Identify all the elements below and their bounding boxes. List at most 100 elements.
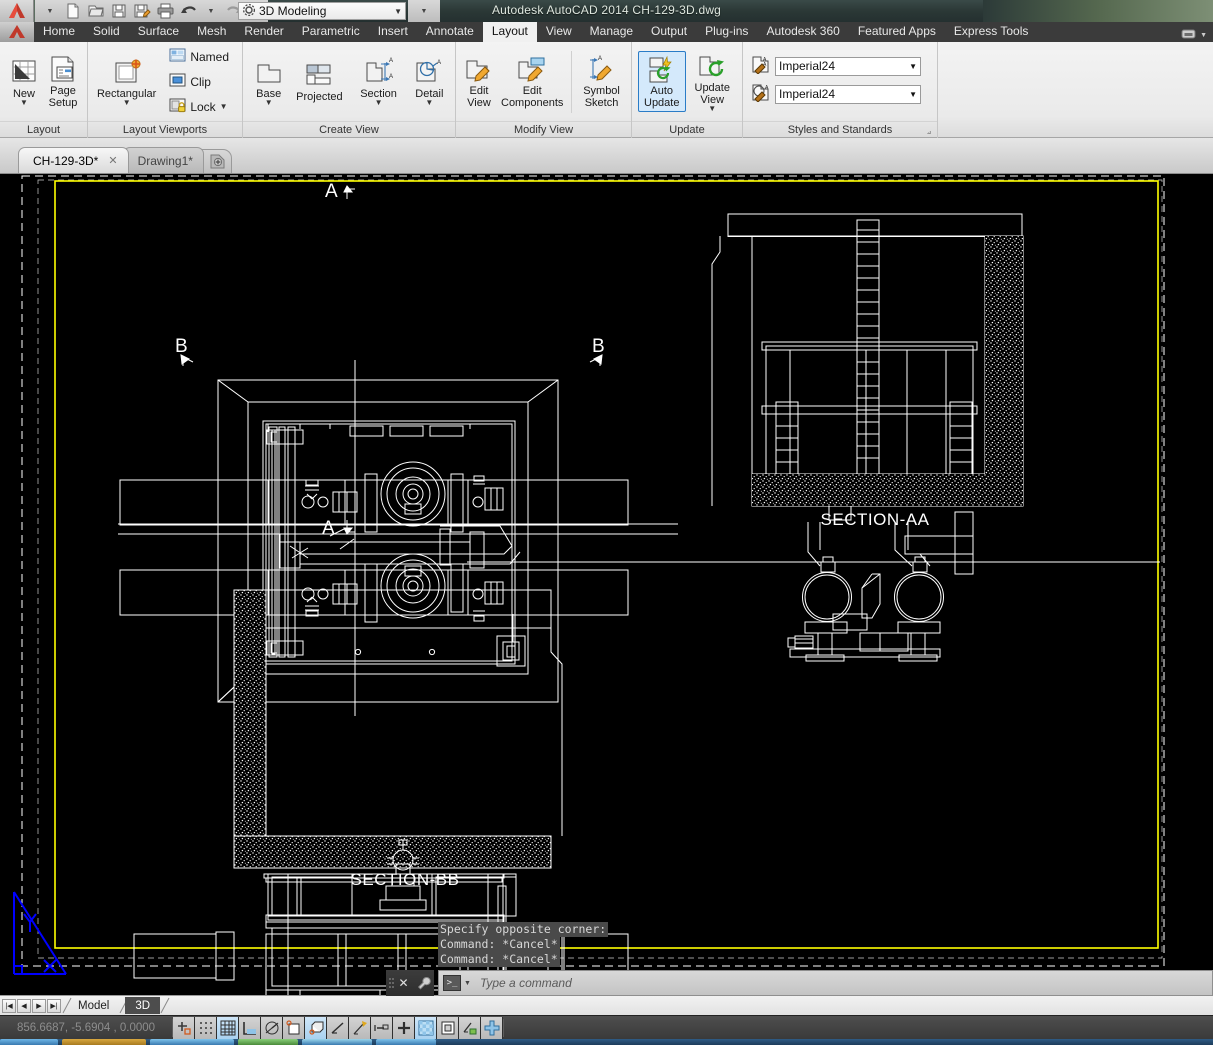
tab-plugins[interactable]: Plug-ins [696,22,757,42]
object-snap-toggle[interactable] [283,1016,305,1039]
workspace-switch-toggle[interactable] [481,1016,503,1039]
section-caret[interactable]: ▼ [375,99,383,107]
lineweight-toggle[interactable] [393,1016,415,1039]
tab-output[interactable]: Output [642,22,696,42]
update-view-button[interactable]: Update View ▼ [689,48,737,115]
section-view-style-icon[interactable]: A A [751,55,771,77]
symbol-sketch-label: Symbol Sketch [583,85,620,109]
taskbar-item[interactable] [0,1039,58,1045]
file-tab-drawing1[interactable]: Drawing1* [122,147,204,173]
update-view-caret[interactable]: ▼ [708,105,716,113]
grid-display-toggle[interactable] [217,1016,239,1039]
tab-solid[interactable]: Solid [84,22,129,42]
tab-featured-apps[interactable]: Featured Apps [849,22,945,42]
new-layout-caret[interactable]: ▼ [20,99,28,107]
projected-label: Projected [296,91,343,103]
ribbon-minimize-icon[interactable] [1181,28,1196,42]
taskbar-item[interactable] [62,1039,146,1045]
ribbon-minimize-caret[interactable]: ▼ [1200,32,1207,39]
taskbar-item[interactable] [302,1039,372,1045]
tab-annotate[interactable]: Annotate [417,22,483,42]
detail-style-chevron-down-icon[interactable]: ▼ [909,90,917,99]
projected-view-button[interactable]: Projected [291,57,347,106]
new-file-tab-button[interactable] [201,149,232,173]
tab-parametric[interactable]: Parametric [293,22,369,42]
file-tab-ch-129-3d[interactable]: CH-129-3D* ✕ [18,147,129,173]
layout-tab-model[interactable]: Model [68,997,119,1014]
section-style-chevron-down-icon[interactable]: ▼ [909,62,917,71]
last-layout-button[interactable]: ▶| [47,998,61,1013]
rectangular-viewport-button[interactable]: Rectangular ▼ [94,54,159,109]
tab-layout[interactable]: Layout [482,22,537,42]
tab-render[interactable]: Render [235,22,292,42]
edit-components-icon [517,54,547,84]
transparency-toggle[interactable] [415,1016,437,1039]
edit-view-button[interactable]: Edit View [462,51,496,112]
base-view-button[interactable]: Base ▼ [249,54,288,109]
command-input[interactable]: Type a command [480,976,572,990]
tab-home[interactable]: Home [34,22,84,42]
auto-update-button[interactable]: Auto Update [638,51,686,112]
next-layout-button[interactable]: ▶ [32,998,46,1013]
annotation-monitor-toggle[interactable] [459,1016,481,1039]
symbol-sketch-button[interactable]: A A Symbol Sketch [578,51,625,112]
3d-object-snap-toggle[interactable] [305,1016,327,1039]
selection-cycling-toggle[interactable] [437,1016,459,1039]
lock-icon [169,97,186,116]
polar-tracking-toggle[interactable] [261,1016,283,1039]
taskbar-item[interactable] [376,1039,436,1045]
layout-tab-3d[interactable]: 3D [125,997,161,1014]
tab-surface[interactable]: Surface [129,22,188,42]
detail-style-combo[interactable]: Imperial24 ▼ [775,84,921,104]
panel-styles-title-text: Styles and Standards [787,124,893,136]
first-layout-button[interactable]: |◀ [2,998,16,1013]
named-viewports-button[interactable]: Named [164,45,234,68]
section-marker-b-right: B [592,336,605,357]
panel-layout-viewports: Rectangular ▼ Named Clip Lock ▼ Layout V… [88,42,243,138]
rectangular-caret[interactable]: ▼ [123,99,131,107]
object-snap-tracking-toggle[interactable] [327,1016,349,1039]
infer-constraints-toggle[interactable] [173,1016,195,1039]
detail-view-style-icon[interactable]: A [751,83,771,105]
layout-tab-skew [160,997,170,1014]
section-view-button[interactable]: A A Section ▼ [351,54,407,109]
new-layout-button[interactable]: New ▼ [6,54,42,109]
snap-mode-toggle[interactable] [195,1016,217,1039]
page-setup-label: Page Setup [48,85,78,109]
detail-caret[interactable]: ▼ [425,99,433,107]
tab-autodesk-360[interactable]: Autodesk 360 [757,22,848,42]
taskbar-item[interactable] [150,1039,234,1045]
lock-caret[interactable]: ▼ [220,102,228,110]
command-prompt-icon: >_ [443,975,461,991]
taskbar-item[interactable] [238,1039,298,1045]
prev-layout-button[interactable]: ◀ [17,998,31,1013]
tab-mesh[interactable]: Mesh [188,22,235,42]
command-prompt-caret[interactable]: ▼ [464,980,471,987]
clip-viewport-button[interactable]: Clip [164,70,234,93]
update-view-label: Update View [694,82,730,106]
page-setup-button[interactable]: Page Setup [45,51,81,112]
detail-style-value: Imperial24 [779,87,836,101]
dynamic-input-toggle[interactable] [371,1016,393,1039]
tab-manage[interactable]: Manage [581,22,642,42]
detail-view-button[interactable]: A Detail ▼ [410,54,449,109]
ribbon-tab-bar: Home Solid Surface Mesh Render Parametri… [0,22,1213,42]
ortho-mode-toggle[interactable] [239,1016,261,1039]
panel-styles-and-standards: A A Imperial24 ▼ A Imperial24 ▼ Styles a… [743,42,938,138]
lock-viewport-button[interactable]: Lock ▼ [164,95,234,118]
drawing-canvas[interactable]: A A B B SECTION-AA SECTION-BB [0,174,1213,995]
panel-layout-viewports-title: Layout Viewports [88,121,242,138]
tab-view[interactable]: View [537,22,581,42]
close-icon[interactable]: ✕ [108,154,117,167]
command-input-wrapper[interactable]: >_ ▼ Type a command [438,970,1213,996]
base-caret[interactable]: ▼ [265,99,273,107]
tab-insert[interactable]: Insert [369,22,417,42]
dynamic-ucs-toggle[interactable] [349,1016,371,1039]
edit-components-button[interactable]: Edit Components [499,51,565,112]
tab-express-tools[interactable]: Express Tools [945,22,1037,42]
section-style-combo[interactable]: Imperial24 ▼ [775,56,921,76]
coordinate-readout[interactable]: 856.6687, -5.6904 , 0.0000 [0,1022,172,1034]
ribbon-empty-space [938,42,1213,138]
named-label: Named [190,49,229,64]
section-aa-title: SECTION-AA [820,510,930,529]
